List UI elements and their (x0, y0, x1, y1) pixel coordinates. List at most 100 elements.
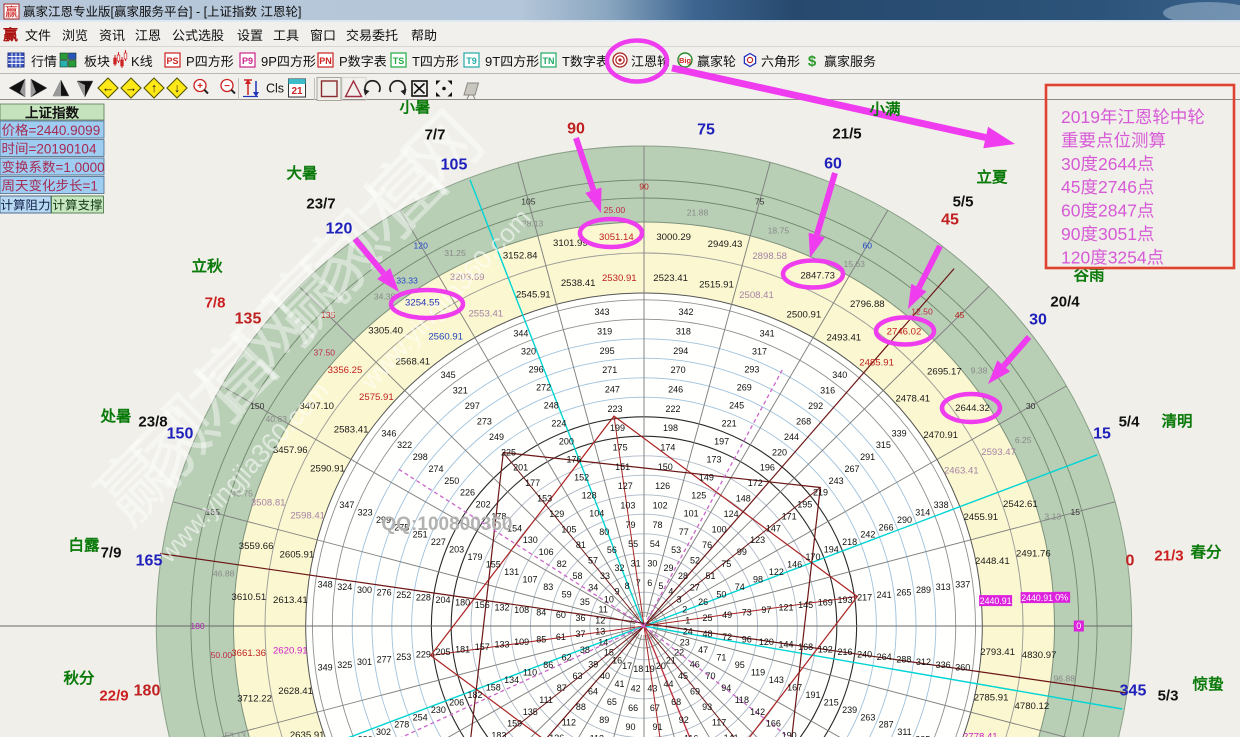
svg-text:19: 19 (645, 664, 655, 674)
svg-text:25: 25 (702, 613, 712, 623)
svg-text:2542.61: 2542.61 (1003, 499, 1038, 510)
svg-text:2796.88: 2796.88 (850, 299, 885, 310)
svg-text:7: 7 (636, 578, 641, 588)
svg-text:Big: Big (679, 56, 692, 65)
svg-text:2644.32: 2644.32 (955, 403, 990, 414)
svg-text:58: 58 (572, 571, 582, 581)
svg-text:254: 254 (413, 712, 428, 722)
svg-text:241: 241 (877, 590, 892, 600)
svg-text:120: 120 (759, 637, 774, 647)
svg-text:180: 180 (455, 598, 470, 608)
svg-text:22/9: 22/9 (99, 688, 128, 705)
svg-text:0: 0 (1126, 553, 1135, 570)
svg-text:243: 243 (829, 476, 844, 486)
svg-text:2635.91: 2635.91 (290, 730, 325, 737)
svg-text:66: 66 (628, 703, 638, 713)
svg-text:229: 229 (416, 650, 431, 660)
svg-text:180: 180 (190, 621, 205, 631)
svg-text:28: 28 (678, 571, 688, 581)
svg-text:30: 30 (1026, 401, 1036, 411)
svg-text:116: 116 (684, 733, 698, 737)
svg-text:196: 196 (760, 463, 775, 473)
svg-text:↑: ↑ (151, 81, 157, 95)
svg-text:152: 152 (574, 473, 589, 483)
svg-text:131: 131 (504, 567, 519, 577)
svg-text:250: 250 (444, 476, 459, 486)
svg-text:107: 107 (522, 575, 537, 585)
svg-text:3: 3 (677, 595, 682, 605)
svg-text:75: 75 (697, 122, 715, 139)
svg-text:134: 134 (504, 675, 519, 685)
svg-text:147: 147 (766, 523, 781, 533)
svg-text:124: 124 (724, 509, 739, 519)
svg-text:Cls: Cls (266, 82, 284, 96)
svg-text:17: 17 (622, 661, 632, 671)
svg-text:6: 6 (647, 578, 652, 588)
svg-text:104: 104 (589, 509, 604, 519)
svg-text:33: 33 (600, 571, 610, 581)
svg-text:2847: 2847 (1098, 201, 1137, 221)
svg-text:36: 36 (575, 613, 585, 623)
svg-text:2478.41: 2478.41 (895, 393, 930, 404)
svg-text:3254: 3254 (1108, 247, 1147, 267)
svg-text:PN: PN (319, 56, 332, 66)
svg-text:−: − (224, 81, 230, 92)
svg-text:227: 227 (431, 537, 446, 547)
svg-text:173: 173 (706, 455, 721, 465)
svg-text:195: 195 (797, 500, 812, 510)
svg-text:144: 144 (778, 639, 793, 649)
svg-text:54: 54 (650, 539, 660, 549)
svg-text:70: 70 (705, 671, 715, 681)
svg-text:45: 45 (678, 671, 688, 681)
svg-text:2793.41: 2793.41 (980, 647, 1015, 658)
svg-text:223: 223 (607, 404, 622, 414)
svg-text:74: 74 (735, 582, 745, 592)
svg-text:177: 177 (525, 478, 540, 488)
svg-text:225: 225 (501, 447, 516, 457)
svg-text:2440.91: 2440.91 (1021, 593, 1053, 603)
svg-text:337: 337 (955, 580, 970, 590)
svg-text:2508.41: 2508.41 (739, 290, 774, 301)
svg-text:50: 50 (716, 589, 726, 599)
svg-text:5/4: 5/4 (1119, 414, 1141, 431)
svg-text:230: 230 (431, 705, 446, 715)
svg-text:200: 200 (559, 437, 574, 447)
svg-text:172: 172 (748, 478, 763, 488)
svg-text:57: 57 (588, 556, 598, 566)
svg-text:[: [ (111, 5, 115, 19)
svg-text:73: 73 (742, 608, 752, 618)
svg-text:2746: 2746 (1098, 177, 1137, 197)
svg-text:265: 265 (896, 587, 911, 597)
svg-text:PS: PS (166, 56, 178, 66)
svg-text:338: 338 (934, 500, 949, 510)
svg-text:96: 96 (742, 634, 752, 644)
svg-text:56: 56 (607, 545, 617, 555)
svg-text:=2440.9099: =2440.9099 (29, 123, 101, 138)
svg-text:33.33: 33.33 (396, 275, 418, 285)
svg-text:2898.58: 2898.58 (752, 251, 787, 262)
svg-text:P9: P9 (242, 56, 253, 66)
svg-text:21/5: 21/5 (832, 126, 861, 143)
svg-text:5/3: 5/3 (1158, 688, 1179, 705)
svg-text:0: 0 (1076, 621, 1081, 631)
svg-text:180: 180 (134, 683, 161, 700)
svg-text:105: 105 (521, 197, 536, 207)
svg-text:343: 343 (594, 307, 609, 317)
svg-text:120: 120 (326, 221, 353, 238)
svg-text:60: 60 (1061, 201, 1081, 221)
svg-text:2778.41: 2778.41 (963, 732, 998, 737)
svg-text:49: 49 (722, 610, 732, 620)
svg-text:2019: 2019 (1061, 107, 1100, 127)
svg-text:204: 204 (435, 595, 450, 605)
svg-text:193: 193 (837, 595, 852, 605)
svg-text:348: 348 (318, 580, 333, 590)
svg-text:3712.22: 3712.22 (237, 693, 272, 704)
svg-text:68: 68 (671, 697, 681, 707)
svg-text:4830.97: 4830.97 (1022, 650, 1057, 661)
svg-text:150: 150 (658, 462, 673, 472)
svg-text:169: 169 (818, 598, 833, 608)
svg-text:157: 157 (475, 642, 490, 652)
svg-text:247: 247 (605, 385, 620, 395)
svg-text:300: 300 (357, 585, 372, 595)
svg-text:2620.91: 2620.91 (273, 645, 308, 656)
